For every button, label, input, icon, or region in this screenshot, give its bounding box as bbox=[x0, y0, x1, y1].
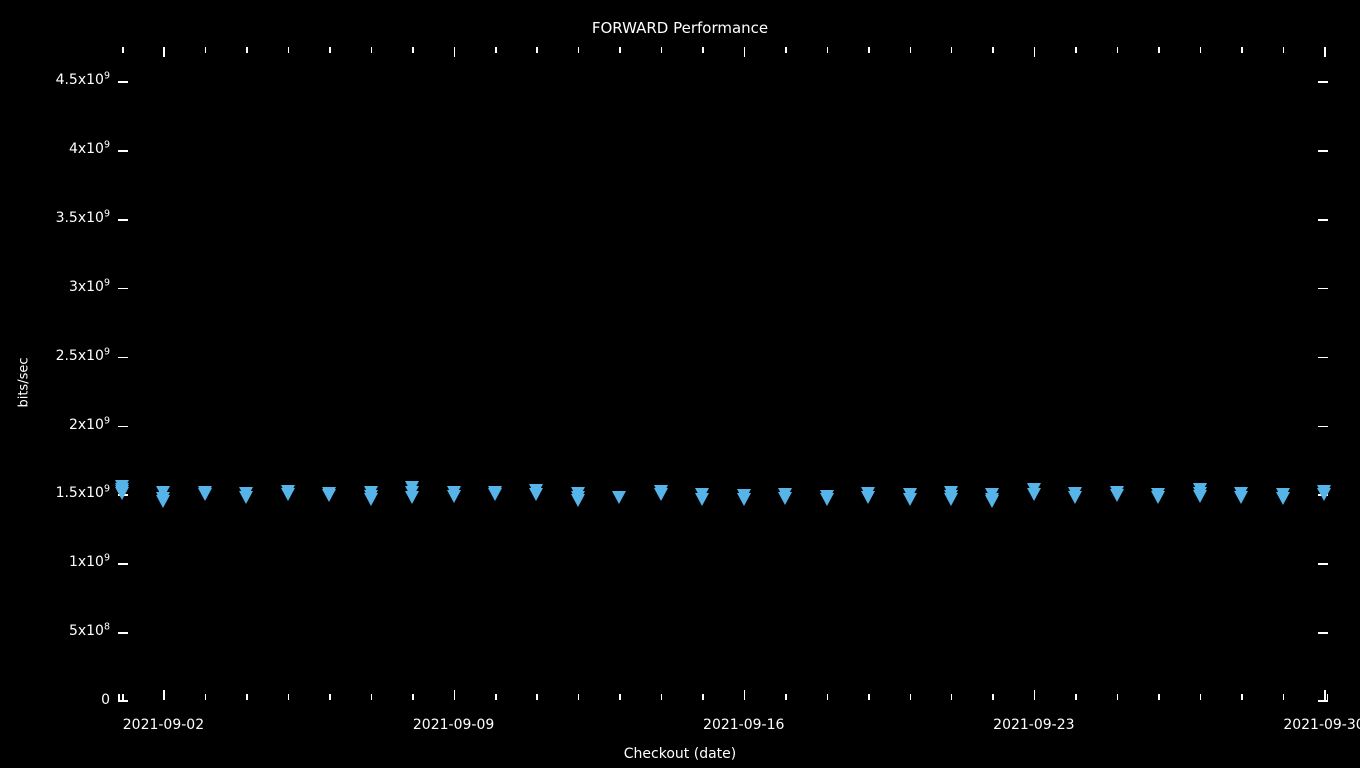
x-tick-label-2: 2021-09-16 bbox=[703, 717, 785, 733]
y-tick-label-6: 3x109 bbox=[10, 277, 110, 296]
data-point-marker bbox=[819, 493, 834, 507]
data-point-marker bbox=[1109, 489, 1124, 503]
data-point-marker bbox=[156, 495, 171, 509]
data-point-marker bbox=[861, 490, 876, 504]
data-point-marker bbox=[1026, 488, 1041, 502]
data-point-marker bbox=[612, 491, 627, 505]
data-point-marker bbox=[405, 490, 420, 504]
x-axis-title: Checkout (date) bbox=[623, 746, 737, 762]
y-tick-label-2: 1x109 bbox=[10, 552, 110, 571]
data-point-marker bbox=[778, 491, 793, 505]
y-tick-text: 2x109 bbox=[68, 414, 110, 433]
x-tick-label-4: 2021-09-30 bbox=[1283, 717, 1360, 733]
y-tick-text: 0 bbox=[101, 692, 110, 708]
x-tick-label-3: 2021-09-23 bbox=[993, 717, 1075, 733]
y-tick-label-4: 2x109 bbox=[10, 414, 110, 434]
data-point-marker bbox=[1192, 489, 1207, 503]
y-tick-label-3: 1.5x109 bbox=[10, 483, 110, 502]
chart-title: FORWARD Performance bbox=[591, 19, 769, 37]
data-point-marker bbox=[1068, 491, 1083, 505]
y-tick-label-8: 4x109 bbox=[10, 139, 110, 158]
data-point-marker bbox=[570, 493, 585, 507]
data-point-marker bbox=[653, 488, 668, 502]
y-tick-label-0: 0 bbox=[10, 693, 110, 709]
data-point-marker bbox=[985, 495, 1000, 509]
y-tick-text: 2.5x109 bbox=[55, 346, 110, 364]
data-point-marker bbox=[488, 488, 503, 502]
data-point-marker bbox=[239, 491, 254, 505]
y-tick-label-1: 5x108 bbox=[10, 621, 110, 640]
y-tick-label-5: 2.5x109 bbox=[10, 346, 110, 365]
data-point-marker bbox=[322, 489, 337, 503]
plot-area bbox=[115, 47, 1331, 701]
y-tick-text: 3x109 bbox=[68, 277, 110, 295]
data-point-marker bbox=[115, 487, 129, 501]
x-tick-label-1: 2021-09-09 bbox=[412, 717, 495, 733]
y-tick-text: 1x109 bbox=[68, 552, 110, 571]
data-point-marker bbox=[695, 492, 710, 506]
data-point-marker bbox=[943, 493, 958, 507]
data-point-marker bbox=[1275, 491, 1290, 505]
y-tick-text: 5x108 bbox=[68, 621, 110, 640]
y-tick-text: 4x109 bbox=[68, 139, 110, 158]
data-point-marker bbox=[197, 488, 212, 502]
chart-canvas: FORWARD Performance bits/sec Checkout (d… bbox=[0, 0, 1360, 768]
data-point-marker bbox=[446, 489, 461, 503]
x-tick-label-0: 2021-09-02 bbox=[122, 717, 205, 733]
data-point-marker bbox=[280, 487, 295, 501]
y-tick-label-7: 3.5x109 bbox=[10, 208, 110, 227]
y-tick-label-9: 4.5x109 bbox=[10, 70, 110, 89]
y-tick-text: 4.5x109 bbox=[55, 70, 110, 89]
data-point-marker bbox=[1317, 488, 1331, 502]
data-point-marker bbox=[529, 488, 544, 502]
data-point-marker bbox=[1234, 490, 1249, 504]
data-point-marker bbox=[736, 493, 751, 507]
data-point-marker bbox=[1151, 491, 1166, 505]
data-point-marker bbox=[363, 492, 378, 506]
y-tick-text: 3.5x109 bbox=[55, 208, 110, 227]
data-point-marker bbox=[902, 492, 917, 506]
y-tick-text: 1.5x109 bbox=[55, 483, 110, 502]
